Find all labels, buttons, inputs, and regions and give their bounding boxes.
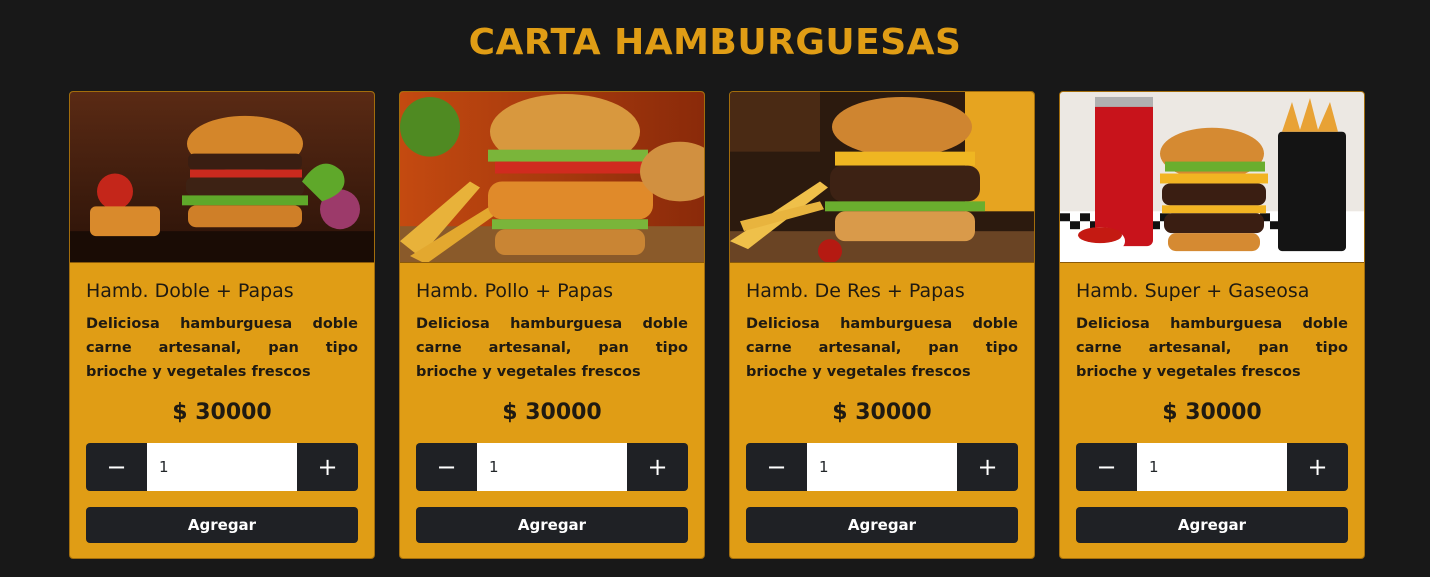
product-price: $ 30000 xyxy=(1162,400,1262,425)
product-description: Deliciosa hamburguesa doble carne artesa… xyxy=(86,316,358,380)
add-to-cart-button[interactable]: Agregar xyxy=(1076,507,1348,543)
quantity-input[interactable] xyxy=(147,443,297,491)
add-to-cart-button[interactable]: Agregar xyxy=(416,507,688,543)
increment-button[interactable]: + xyxy=(957,443,1018,491)
add-to-cart-button[interactable]: Agregar xyxy=(746,507,1018,543)
decrement-button[interactable]: − xyxy=(416,443,477,491)
product-price: $ 30000 xyxy=(502,400,602,425)
quantity-input[interactable] xyxy=(1137,443,1287,491)
decrement-button[interactable]: − xyxy=(1076,443,1137,491)
product-card: Hamb. Pollo + Papas Deliciosa hamburgues… xyxy=(399,91,705,559)
quantity-stepper: − + xyxy=(746,443,1018,491)
product-title: Hamb. Super + Gaseosa xyxy=(1076,280,1310,302)
burger-soda-combo-photo xyxy=(1060,92,1364,263)
product-description: Deliciosa hamburguesa doble carne artesa… xyxy=(1076,316,1348,380)
product-description: Deliciosa hamburguesa doble carne artesa… xyxy=(416,316,688,380)
burger-beef-photo xyxy=(730,92,1034,263)
decrement-button[interactable]: − xyxy=(86,443,147,491)
increment-button[interactable]: + xyxy=(297,443,358,491)
product-card: Hamb. Doble + Papas Deliciosa hamburgues… xyxy=(69,91,375,559)
burger-chicken-photo xyxy=(400,92,704,263)
product-title: Hamb. Pollo + Papas xyxy=(416,280,614,302)
product-price: $ 30000 xyxy=(172,400,272,425)
quantity-input[interactable] xyxy=(807,443,957,491)
product-card: Hamb. Super + Gaseosa Deliciosa hamburgu… xyxy=(1059,91,1365,559)
add-to-cart-button[interactable]: Agregar xyxy=(86,507,358,543)
quantity-stepper: − + xyxy=(416,443,688,491)
increment-button[interactable]: + xyxy=(1287,443,1348,491)
quantity-stepper: − + xyxy=(1076,443,1348,491)
increment-button[interactable]: + xyxy=(627,443,688,491)
page-title: CARTA HAMBURGUESAS xyxy=(468,22,962,63)
product-description: Deliciosa hamburguesa doble carne artesa… xyxy=(746,316,1018,380)
product-title: Hamb. De Res + Papas xyxy=(746,280,965,302)
quantity-stepper: − + xyxy=(86,443,358,491)
decrement-button[interactable]: − xyxy=(746,443,807,491)
product-card: Hamb. De Res + Papas Deliciosa hamburgue… xyxy=(729,91,1035,559)
burger-double-photo xyxy=(70,92,374,263)
quantity-input[interactable] xyxy=(477,443,627,491)
product-title: Hamb. Doble + Papas xyxy=(86,280,294,302)
product-price: $ 30000 xyxy=(832,400,932,425)
